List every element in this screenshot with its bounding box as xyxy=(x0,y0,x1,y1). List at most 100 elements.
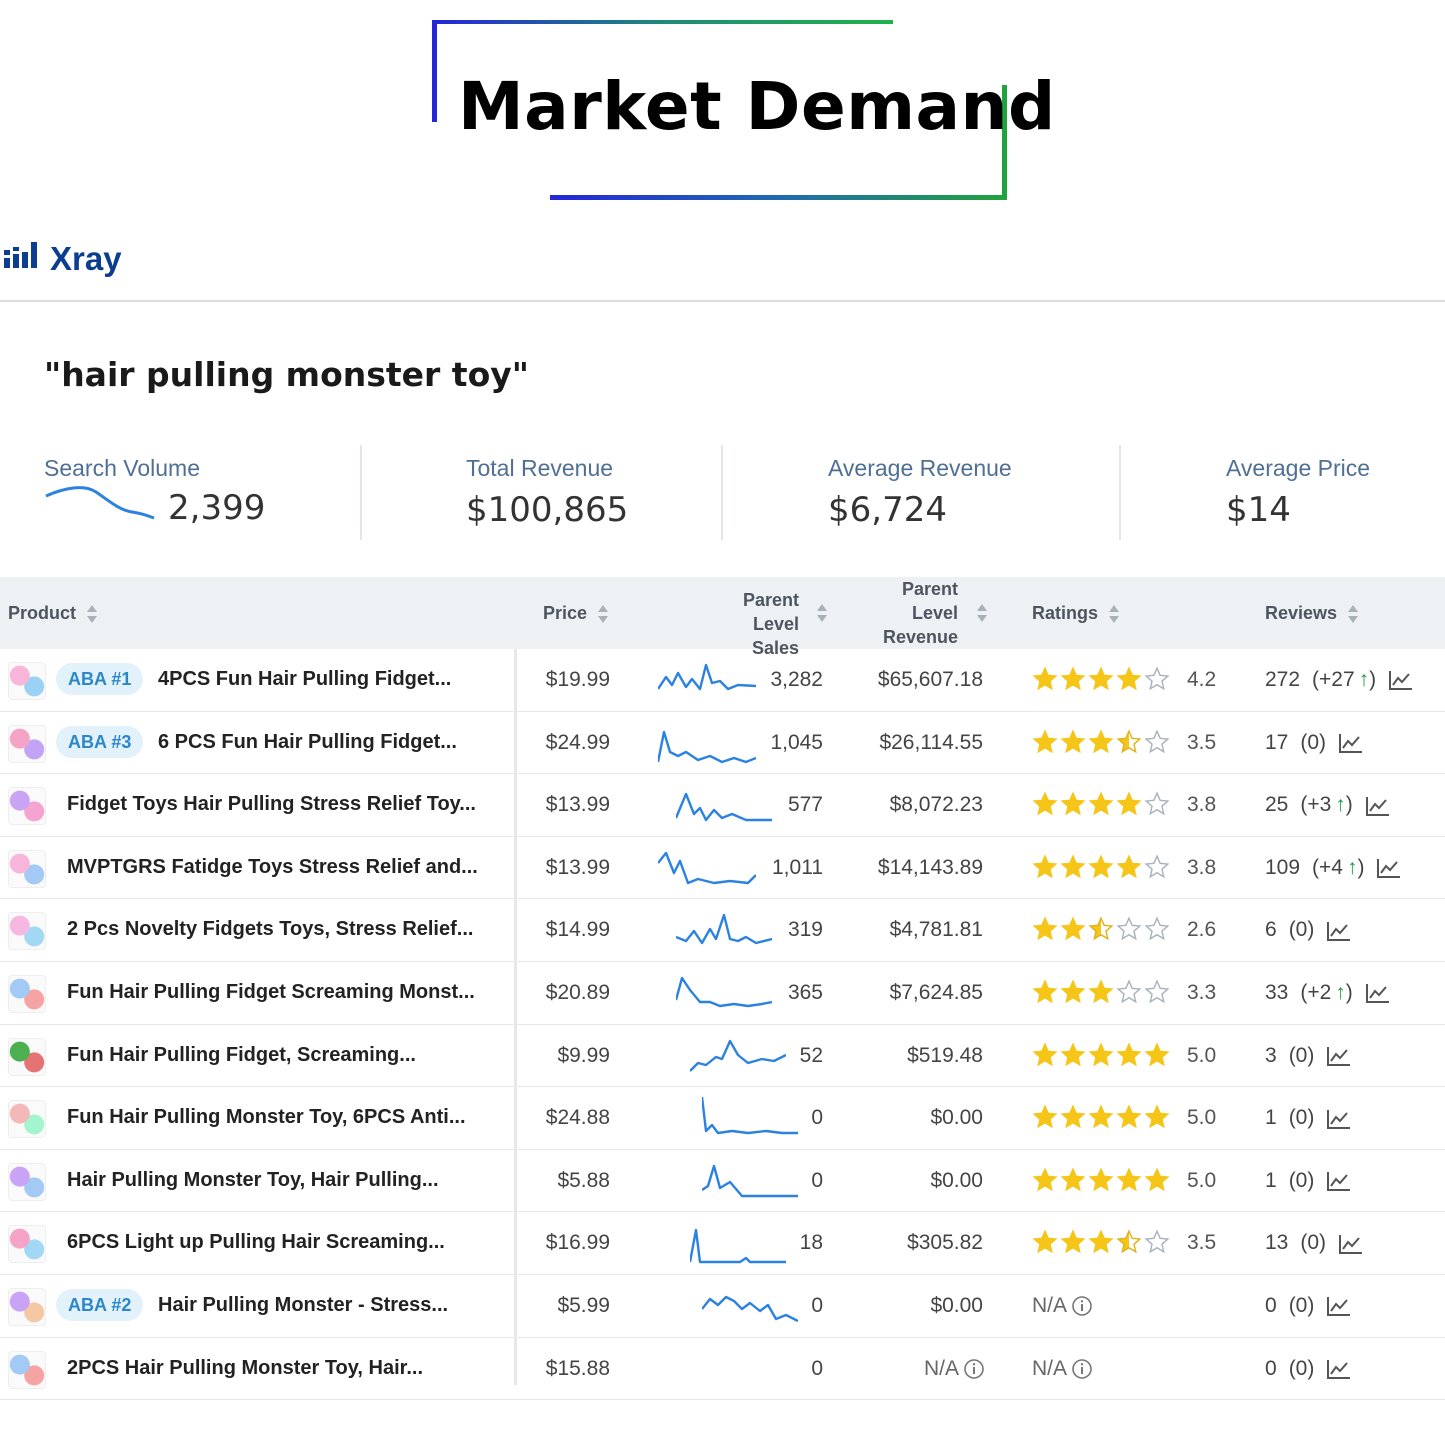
star-empty-icon xyxy=(1144,979,1170,1004)
sort-icon[interactable] xyxy=(86,604,98,624)
star-full-icon xyxy=(1088,1104,1114,1129)
trend-chart-icon[interactable] xyxy=(1326,1295,1352,1317)
product-name-link[interactable]: Hair Pulling Monster - Stress... xyxy=(158,1275,448,1337)
table-row[interactable]: MVPTGRS Fatidge Toys Stress Relief and..… xyxy=(0,837,1445,900)
product-thumbnail[interactable] xyxy=(8,849,46,888)
product-name-link[interactable]: 4PCS Fun Hair Pulling Fidget... xyxy=(158,649,451,711)
info-icon[interactable] xyxy=(963,1358,985,1380)
product-thumbnail[interactable] xyxy=(8,724,46,763)
trend-chart-icon[interactable] xyxy=(1376,857,1402,879)
product-name-link[interactable]: 6 PCS Fun Hair Pulling Fidget... xyxy=(158,712,457,774)
star-full-icon xyxy=(1060,791,1086,816)
reviews-count: 0 xyxy=(1265,1356,1277,1380)
trend-chart-icon[interactable] xyxy=(1326,1170,1352,1192)
reviews-cell: 109 (+4 ↑) xyxy=(1265,837,1402,899)
rating-na-text: N/A xyxy=(1032,1356,1068,1380)
th-label: Reviews xyxy=(1265,603,1338,623)
sort-icon[interactable] xyxy=(1108,604,1120,624)
table-row[interactable]: Fun Hair Pulling Fidget, Screaming... $9.… xyxy=(0,1025,1445,1088)
sort-icon[interactable] xyxy=(597,604,609,624)
rating-stars xyxy=(1032,729,1172,760)
star-full-icon xyxy=(1032,1041,1058,1066)
info-icon[interactable] xyxy=(1071,1358,1093,1380)
reviews-cell: 1 (0) xyxy=(1265,1087,1352,1149)
th-reviews[interactable]: Reviews xyxy=(1265,601,1359,625)
star-full-icon xyxy=(1060,1229,1086,1254)
product-name-link[interactable]: 2PCS Hair Pulling Monster Toy, Hair... xyxy=(67,1338,423,1400)
star-half-icon xyxy=(1116,729,1142,753)
product-name-link[interactable]: 2 Pcs Novelty Fidgets Toys, Stress Relie… xyxy=(67,899,473,961)
product-name-link[interactable]: Fun Hair Pulling Fidget, Screaming... xyxy=(67,1025,416,1087)
rating-stars xyxy=(1032,979,1172,1010)
product-thumbnail[interactable] xyxy=(8,1162,46,1201)
table-row[interactable]: 6PCS Light up Pulling Hair Screaming... $… xyxy=(0,1212,1445,1275)
product-thumbnail[interactable] xyxy=(8,1225,46,1264)
trend-chart-icon[interactable] xyxy=(1365,982,1391,1004)
rating-value: 4.2 xyxy=(1187,668,1217,691)
stat-divider xyxy=(360,445,362,540)
trend-chart-icon[interactable] xyxy=(1365,795,1391,817)
product-name-link[interactable]: Hair Pulling Monster Toy, Hair Pulling..… xyxy=(67,1150,439,1212)
revenue-cell: $8,072.23 xyxy=(889,793,983,817)
product-name-link[interactable]: MVPTGRS Fatidge Toys Stress Relief and..… xyxy=(67,837,478,899)
th-label: Price xyxy=(543,603,588,623)
trend-chart-icon[interactable] xyxy=(1388,669,1414,691)
trend-chart-icon[interactable] xyxy=(1326,1108,1352,1130)
aba-badge: ABA #2 xyxy=(56,1288,144,1321)
product-thumbnail[interactable] xyxy=(8,787,46,826)
sort-icon[interactable] xyxy=(1347,604,1359,624)
table-row[interactable]: Fidget Toys Hair Pulling Stress Relief T… xyxy=(0,774,1445,837)
banner-title: Market Demand xyxy=(458,68,1056,145)
star-full-icon xyxy=(1116,1167,1142,1191)
rating-value: 3.5 xyxy=(1187,730,1217,754)
stat-value: $6,724 xyxy=(828,490,947,530)
table-row[interactable]: ABA #1 4PCS Fun Hair Pulling Fidget... $19… xyxy=(0,649,1445,712)
sort-icon[interactable] xyxy=(816,603,828,623)
table-row[interactable]: Fun Hair Pulling Fidget Screaming Monst.… xyxy=(0,962,1445,1025)
sort-icon[interactable] xyxy=(976,603,988,623)
th-label: Parent xyxy=(901,579,958,599)
table-row[interactable]: 2PCS Hair Pulling Monster Toy, Hair... $1… xyxy=(0,1338,1445,1401)
product-thumbnail[interactable] xyxy=(8,1287,46,1326)
bracket-top-line xyxy=(432,20,893,24)
product-name-link[interactable]: Fidget Toys Hair Pulling Stress Relief T… xyxy=(67,774,476,836)
bracket-bottom-line xyxy=(550,195,1007,200)
product-name-link[interactable]: Fun Hair Pulling Fidget Screaming Monst.… xyxy=(67,962,475,1024)
product-thumbnail[interactable] xyxy=(8,912,46,951)
trend-chart-icon[interactable] xyxy=(1326,1045,1352,1067)
product-thumbnail[interactable] xyxy=(8,974,46,1013)
table-row[interactable]: ABA #3 6 PCS Fun Hair Pulling Fidget... $2… xyxy=(0,712,1445,775)
trend-chart-icon[interactable] xyxy=(1338,732,1364,754)
trend-chart-icon[interactable] xyxy=(1338,1233,1364,1255)
sales-cell: 0 xyxy=(811,1293,823,1317)
table-row[interactable]: 2 Pcs Novelty Fidgets Toys, Stress Relie… xyxy=(0,899,1445,962)
rating-value: 5.0 xyxy=(1187,1106,1217,1130)
product-thumbnail[interactable] xyxy=(8,1037,46,1076)
product-thumbnail[interactable] xyxy=(8,1350,46,1389)
reviews-cell: 272 (+27 ↑) xyxy=(1265,649,1414,711)
reviews-count: 13 xyxy=(1265,1231,1289,1255)
trend-chart-icon[interactable] xyxy=(1326,1358,1352,1380)
product-name-link[interactable]: 6PCS Light up Pulling Hair Screaming... xyxy=(67,1212,445,1274)
product-name-link[interactable]: Fun Hair Pulling Monster Toy, 6PCS Anti.… xyxy=(67,1087,466,1149)
th-revenue[interactable]: Parent Level Revenue xyxy=(878,577,958,649)
table-row[interactable]: Fun Hair Pulling Monster Toy, 6PCS Anti.… xyxy=(0,1087,1445,1150)
revenue-cell: $4,781.81 xyxy=(889,918,983,942)
reviews-delta: (0) xyxy=(1288,1106,1315,1130)
product-thumbnail[interactable] xyxy=(8,1100,46,1139)
sales-cell: 0 xyxy=(811,1356,823,1380)
th-price[interactable]: Price xyxy=(543,601,609,625)
star-full-icon xyxy=(1032,791,1058,816)
trend-chart-icon[interactable] xyxy=(1326,920,1352,942)
star-full-icon xyxy=(1060,1167,1086,1191)
rating-value: 3.5 xyxy=(1187,1231,1217,1255)
price-cell: $20.89 xyxy=(545,980,610,1004)
product-thumbnail[interactable] xyxy=(8,662,46,700)
reviews-cell: 17 (0) xyxy=(1265,712,1364,774)
info-icon[interactable] xyxy=(1071,1295,1093,1317)
rating-value: 5.0 xyxy=(1187,1168,1217,1192)
th-ratings[interactable]: Ratings xyxy=(1032,601,1120,625)
table-row[interactable]: Hair Pulling Monster Toy, Hair Pulling..… xyxy=(0,1150,1445,1213)
table-row[interactable]: ABA #2 Hair Pulling Monster - Stress... $5… xyxy=(0,1275,1445,1338)
th-product[interactable]: Product xyxy=(8,601,98,625)
